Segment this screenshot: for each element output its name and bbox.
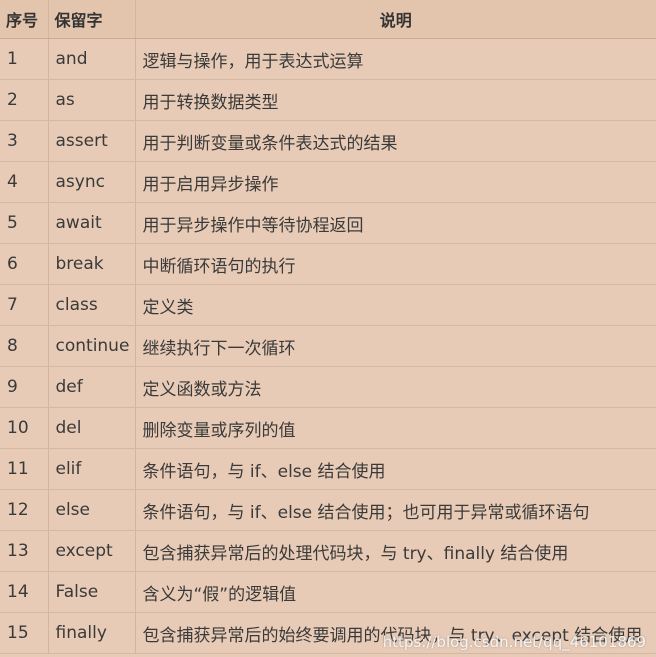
row-keyword: await	[48, 202, 136, 244]
row-index: 8	[0, 325, 49, 367]
row-index: 5	[0, 202, 49, 244]
row-description: 包含捕获异常后的处理代码块，与 try、finally 结合使用	[135, 530, 656, 572]
table-row: 11 elif 条件语句，与 if、else 结合使用	[0, 448, 656, 490]
row-index: 3	[0, 120, 49, 162]
row-keyword: break	[48, 243, 136, 285]
table-row: 4 async 用于启用异步操作	[0, 161, 656, 203]
table-row: 2 as 用于转换数据类型	[0, 79, 656, 121]
table-header-row: 序号 保留字 说明	[0, 0, 656, 39]
row-description: 用于判断变量或条件表达式的结果	[135, 120, 656, 162]
table-row: 5 await 用于异步操作中等待协程返回	[0, 202, 656, 244]
row-index: 6	[0, 243, 49, 285]
row-description: 删除变量或序列的值	[135, 407, 656, 449]
row-keyword: async	[48, 161, 136, 203]
row-index: 1	[0, 38, 49, 80]
row-description: 继续执行下一次循环	[135, 325, 656, 367]
row-keyword: class	[48, 284, 136, 326]
reserved-words-table: 序号 保留字 说明 1 and 逻辑与操作，用于表达式运算 2 as 用于转换数…	[0, 0, 656, 654]
row-keyword: def	[48, 366, 136, 408]
row-index: 4	[0, 161, 49, 203]
row-description: 用于启用异步操作	[135, 161, 656, 203]
row-description: 含义为“假”的逻辑值	[135, 571, 656, 613]
row-keyword: assert	[48, 120, 136, 162]
row-index: 12	[0, 489, 49, 531]
keyword-table-container: 序号 保留字 说明 1 and 逻辑与操作，用于表达式运算 2 as 用于转换数…	[0, 0, 656, 657]
row-index: 9	[0, 366, 49, 408]
row-description: 条件语句，与 if、else 结合使用	[135, 448, 656, 490]
row-description: 用于异步操作中等待协程返回	[135, 202, 656, 244]
row-keyword: finally	[48, 612, 136, 654]
row-index: 7	[0, 284, 49, 326]
row-keyword: False	[48, 571, 136, 613]
row-keyword: elif	[48, 448, 136, 490]
row-description: 中断循环语句的执行	[135, 243, 656, 285]
table-row: 8 continue 继续执行下一次循环	[0, 325, 656, 367]
row-index: 10	[0, 407, 49, 449]
table-row: 3 assert 用于判断变量或条件表达式的结果	[0, 120, 656, 162]
row-index: 15	[0, 612, 49, 654]
header-keyword: 保留字	[48, 0, 136, 39]
table-row: 9 def 定义函数或方法	[0, 366, 656, 408]
row-index: 11	[0, 448, 49, 490]
header-description: 说明	[135, 0, 656, 39]
table-row: 13 except 包含捕获异常后的处理代码块，与 try、finally 结合…	[0, 530, 656, 572]
row-keyword: and	[48, 38, 136, 80]
table-row: 10 del 删除变量或序列的值	[0, 407, 656, 449]
row-keyword: continue	[48, 325, 136, 367]
row-description: 条件语句，与 if、else 结合使用；也可用于异常或循环语句	[135, 489, 656, 531]
row-index: 14	[0, 571, 49, 613]
row-keyword: del	[48, 407, 136, 449]
table-row: 14 False 含义为“假”的逻辑值	[0, 571, 656, 613]
row-keyword: as	[48, 79, 136, 121]
table-row: 12 else 条件语句，与 if、else 结合使用；也可用于异常或循环语句	[0, 489, 656, 531]
header-index: 序号	[0, 0, 49, 39]
row-description: 包含捕获异常后的始终要调用的代码块，与 try、except 结合使用	[135, 612, 656, 654]
row-keyword: except	[48, 530, 136, 572]
row-index: 13	[0, 530, 49, 572]
table-row: 6 break 中断循环语句的执行	[0, 243, 656, 285]
table-row: 1 and 逻辑与操作，用于表达式运算	[0, 38, 656, 80]
row-description: 定义函数或方法	[135, 366, 656, 408]
table-row: 7 class 定义类	[0, 284, 656, 326]
row-description: 用于转换数据类型	[135, 79, 656, 121]
row-description: 定义类	[135, 284, 656, 326]
row-keyword: else	[48, 489, 136, 531]
row-description: 逻辑与操作，用于表达式运算	[135, 38, 656, 80]
row-index: 2	[0, 79, 49, 121]
table-row: 15 finally 包含捕获异常后的始终要调用的代码块，与 try、excep…	[0, 612, 656, 654]
